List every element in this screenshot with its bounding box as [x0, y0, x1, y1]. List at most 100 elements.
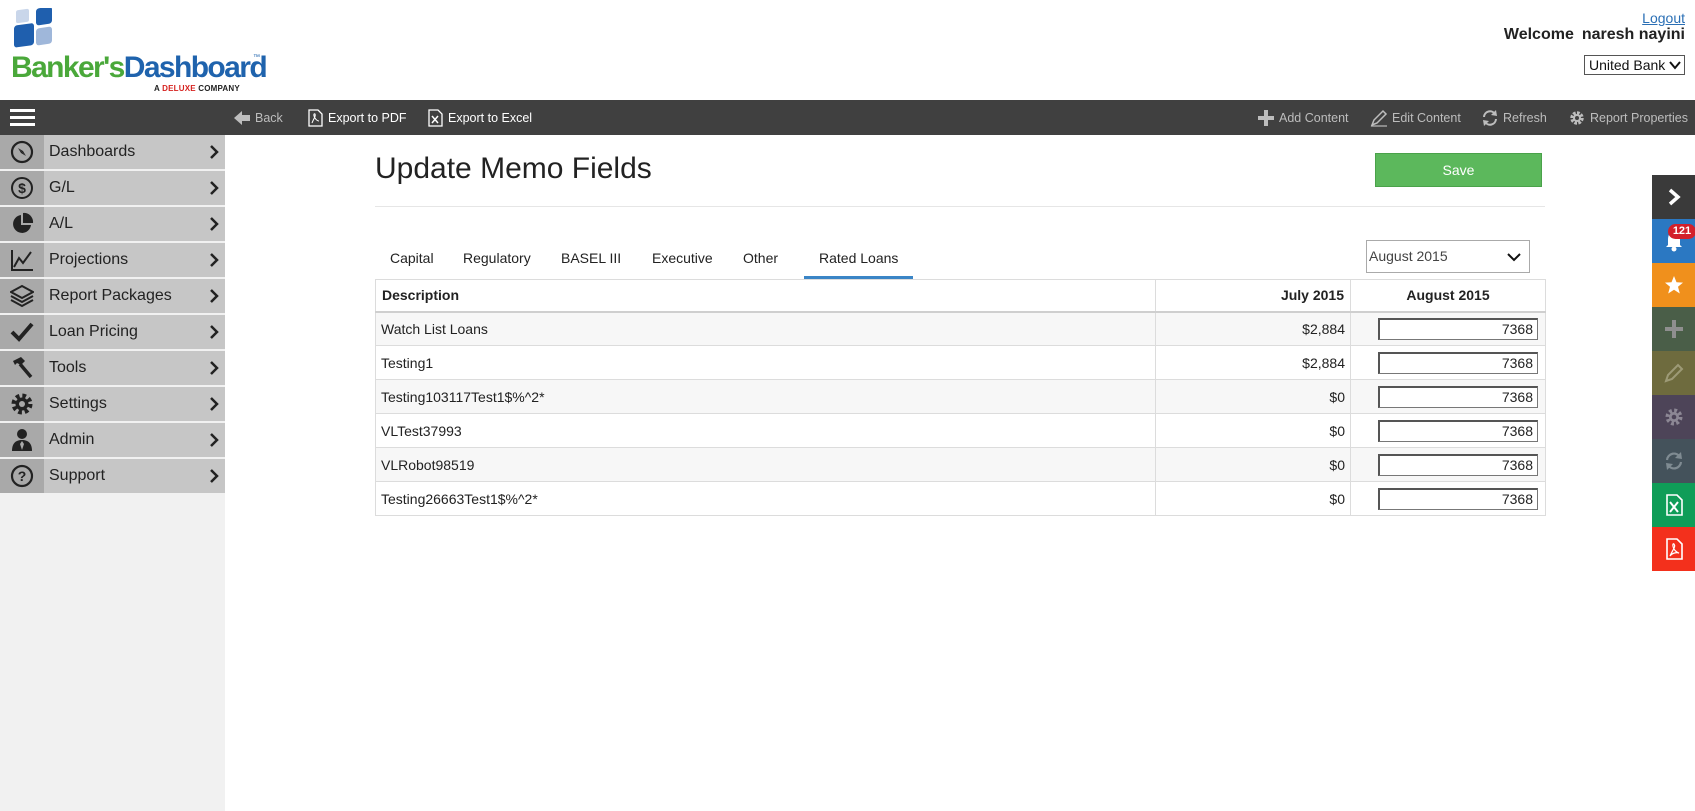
- row-august-cell: 7368: [1350, 481, 1546, 516]
- compass-icon: [10, 140, 34, 164]
- user-tie-icon: [12, 429, 32, 451]
- report-properties-button[interactable]: Report Properties: [1568, 100, 1688, 135]
- row-description: Watch List Loans: [375, 311, 1156, 346]
- export-pdf-label: Export to PDF: [328, 110, 407, 125]
- tab-capital[interactable]: Capital: [375, 240, 449, 279]
- table-row: Testing1 $2,884 7368: [375, 345, 1546, 380]
- gear-icon: [11, 393, 33, 415]
- sidebar-icon-box: [0, 387, 44, 421]
- august-value-input[interactable]: 7368: [1378, 351, 1538, 374]
- sidebar-item-label: Admin: [49, 431, 95, 448]
- tab-executive[interactable]: Executive: [637, 240, 728, 279]
- sidebar-item-label: A/L: [49, 215, 74, 232]
- sidebar-icon-box: [0, 135, 44, 169]
- sidebar-item-admin[interactable]: Admin: [0, 423, 225, 457]
- tab-rated-loans[interactable]: Rated Loans: [804, 240, 914, 279]
- rail-export-excel-button[interactable]: [1652, 483, 1695, 527]
- row-august-cell: 7368: [1350, 311, 1546, 346]
- pencil-icon: [1663, 363, 1683, 383]
- rail-settings-button[interactable]: [1652, 395, 1695, 439]
- column-header-july[interactable]: July 2015: [1155, 279, 1351, 312]
- back-label: Back: [255, 110, 283, 125]
- sidebar-item-label: Dashboards: [49, 143, 136, 160]
- welcome-message: Welcome naresh nayini: [1504, 26, 1685, 44]
- rail-refresh-button[interactable]: [1652, 439, 1695, 483]
- sidebar-item-gl[interactable]: $ G/L: [0, 171, 225, 205]
- sidebar-item-dashboards[interactable]: Dashboards: [0, 135, 225, 169]
- export-excel-button[interactable]: Export to Excel: [426, 100, 532, 135]
- chevron-down-icon: [1507, 253, 1521, 262]
- august-value-input[interactable]: 7368: [1378, 317, 1538, 340]
- row-description: Testing1: [375, 345, 1156, 380]
- bank-select[interactable]: United Bank: [1584, 55, 1685, 75]
- save-button[interactable]: Save: [1375, 153, 1542, 187]
- favorites-button[interactable]: [1652, 263, 1695, 307]
- row-july-value: $2,884: [1155, 311, 1351, 346]
- august-value-input[interactable]: 7368: [1378, 419, 1538, 442]
- sidebar-icon-box: [0, 315, 44, 349]
- sidebar-item-tools[interactable]: Tools: [0, 351, 225, 385]
- back-button[interactable]: Back: [233, 100, 283, 135]
- welcome-label: Welcome: [1503, 26, 1574, 43]
- table-header-row: Description July 2015 August 2015: [375, 279, 1546, 312]
- plus-icon: [1664, 320, 1683, 338]
- august-value-input[interactable]: 7368: [1378, 487, 1538, 510]
- sidebar-item-loan-pricing[interactable]: Loan Pricing: [0, 315, 225, 349]
- table-row: Testing103117Test1$%^2* $0 7368: [375, 379, 1546, 414]
- august-value-input[interactable]: 7368: [1378, 385, 1538, 408]
- sidebar-item-projections[interactable]: Projections: [0, 243, 225, 277]
- sidebar-icon-box: [0, 279, 44, 313]
- sidebar-item-label: Loan Pricing: [49, 323, 138, 340]
- table-row: Testing26663Test1$%^2* $0 7368: [375, 481, 1546, 516]
- month-select[interactable]: August 2015: [1366, 240, 1530, 273]
- edit-content-button[interactable]: Edit Content: [1370, 100, 1461, 135]
- memo-fields-table: Description July 2015 August 2015 Watch …: [375, 279, 1546, 516]
- rail-add-button[interactable]: [1652, 307, 1695, 351]
- tab-basel-iii[interactable]: BASEL III: [546, 240, 636, 279]
- sidebar-item-al[interactable]: A/L: [0, 207, 225, 241]
- row-description: VLTest37993: [375, 413, 1156, 448]
- rail-export-pdf-button[interactable]: [1652, 527, 1695, 571]
- notifications-button[interactable]: 121: [1652, 219, 1695, 263]
- refresh-icon: [1665, 452, 1682, 470]
- sidebar-item-report-packages[interactable]: Report Packages: [0, 279, 225, 313]
- layers-icon: [10, 284, 34, 308]
- logout-link[interactable]: Logout: [1642, 10, 1685, 26]
- sidebar: Dashboards $ G/L A/L Projections Report …: [0, 135, 225, 811]
- sidebar-item-label: G/L: [49, 179, 75, 196]
- sidebar-icon-box: $: [0, 171, 44, 205]
- rail-edit-button[interactable]: [1652, 351, 1695, 395]
- hamburger-menu-icon[interactable]: [10, 109, 35, 126]
- bankers-dashboard-logo[interactable]: Banker'sDashboard ™ A DELUXE COMPANY: [10, 8, 270, 93]
- chevron-right-icon: [210, 145, 219, 159]
- row-description: Testing26663Test1$%^2*: [375, 481, 1156, 516]
- row-july-value: $2,884: [1155, 345, 1351, 380]
- notification-count-badge: 121: [1668, 224, 1695, 239]
- column-header-description[interactable]: Description: [375, 279, 1156, 312]
- star-icon: [1664, 276, 1683, 294]
- pencil-icon: [1370, 109, 1388, 127]
- report-properties-label: Report Properties: [1590, 110, 1688, 125]
- plus-icon: [1258, 109, 1274, 126]
- chevron-right-icon: [210, 289, 219, 303]
- sidebar-item-support[interactable]: ? Support: [0, 459, 225, 493]
- line-chart-icon: [11, 250, 33, 271]
- excel-icon: [1665, 494, 1683, 516]
- august-value-input[interactable]: 7368: [1378, 453, 1538, 476]
- collapse-rail-button[interactable]: [1652, 175, 1695, 219]
- page-title: Update Memo Fields: [375, 152, 652, 185]
- row-description: VLRobot98519: [375, 447, 1156, 482]
- export-pdf-button[interactable]: Export to PDF: [306, 100, 407, 135]
- tab-other[interactable]: Other: [728, 240, 793, 279]
- tab-regulatory[interactable]: Regulatory: [448, 240, 546, 279]
- user-name: naresh nayini: [1581, 26, 1685, 43]
- row-description: Testing103117Test1$%^2*: [375, 379, 1156, 414]
- column-header-august[interactable]: August 2015: [1350, 279, 1546, 312]
- row-august-cell: 7368: [1350, 379, 1546, 414]
- logo-tagline: A DELUXE COMPANY: [154, 84, 240, 93]
- add-content-button[interactable]: Add Content: [1257, 100, 1349, 135]
- sidebar-item-settings[interactable]: Settings: [0, 387, 225, 421]
- refresh-button[interactable]: Refresh: [1481, 100, 1547, 135]
- chevron-right-icon: [210, 325, 219, 339]
- pie-chart-icon: [13, 212, 34, 233]
